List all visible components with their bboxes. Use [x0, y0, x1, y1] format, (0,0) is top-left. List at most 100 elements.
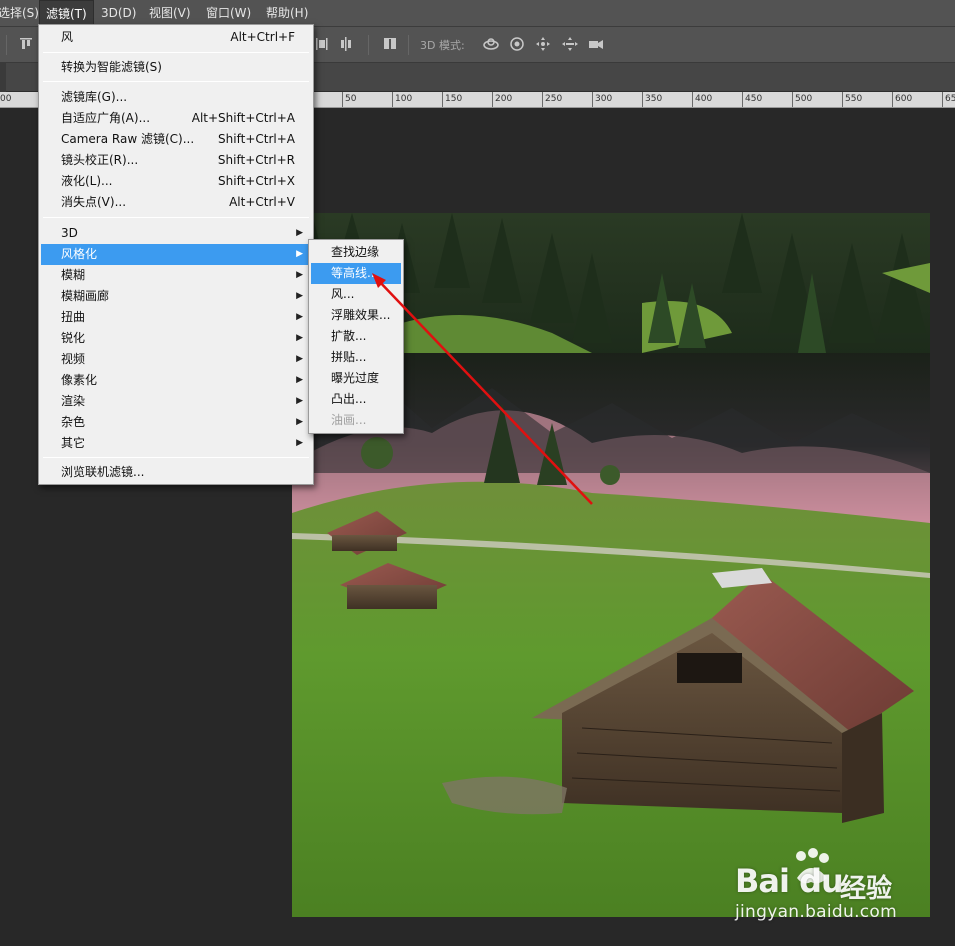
menu-item-label: 像素化 — [61, 373, 98, 387]
ruler-tick — [742, 92, 743, 107]
menu-item-pixelate[interactable]: 像素化 ▶ — [41, 370, 311, 391]
ruler-label: 50 — [345, 94, 357, 104]
menu-item-lens-correction[interactable]: 镜头校正(R)... Shift+Ctrl+R — [41, 150, 311, 171]
submenu-item-find-edges[interactable]: 查找边缘 — [311, 242, 401, 263]
3d-orbit-icon[interactable] — [482, 36, 499, 52]
submenu-item-wind[interactable]: 风... — [311, 284, 401, 305]
menu-bar: 选择(S) 滤镜(T) 3D(D) 视图(V) 窗口(W) 帮助(H) — [0, 0, 955, 27]
ruler-tick — [892, 92, 893, 107]
submenu-item-oil-paint: 油画... — [331, 413, 367, 427]
menu-item-3d[interactable]: 3D ▶ — [41, 223, 311, 244]
menu-divider — [43, 52, 309, 53]
submenu-item-trace-contour[interactable]: 等高线... — [311, 263, 401, 284]
submenu-arrow-icon: ▶ — [296, 270, 303, 280]
ruler-label: 350 — [645, 94, 663, 104]
ruler-label: 450 — [745, 94, 763, 104]
submenu-arrow-icon: ▶ — [296, 438, 303, 448]
ruler-label: 200 — [495, 94, 513, 104]
ruler-label: 600 — [895, 94, 913, 104]
submenu-arrow-icon: ▶ — [296, 396, 303, 406]
menu-item-label: 3D — [61, 226, 78, 240]
3d-camera-icon[interactable] — [587, 36, 603, 52]
menu-item-camera-raw[interactable]: Camera Raw 滤镜(C)... Shift+Ctrl+A — [41, 129, 311, 150]
submenu-arrow-icon: ▶ — [296, 354, 303, 364]
ruler-label: 00 — [0, 94, 12, 104]
menu-item-vanishing-point[interactable]: 消失点(V)... Alt+Ctrl+V — [41, 192, 311, 213]
ruler-tick — [692, 92, 693, 107]
ruler-tick — [642, 92, 643, 107]
submenu-arrow-icon: ▶ — [296, 291, 303, 301]
menu-filter[interactable]: 滤镜(T) — [39, 0, 94, 26]
menu-item-other[interactable]: 其它 ▶ — [41, 433, 311, 454]
ruler-label: 300 — [595, 94, 613, 104]
separator — [6, 35, 7, 55]
ruler-tick — [442, 92, 443, 107]
menu-3d[interactable]: 3D(D) — [95, 0, 142, 26]
menu-divider — [43, 457, 309, 458]
menu-item-shortcut: Shift+Ctrl+A — [218, 132, 295, 146]
menu-item-label: 模糊画廊 — [61, 289, 110, 303]
ruler-tick — [392, 92, 393, 107]
menu-item-label: 杂色 — [61, 415, 86, 429]
menu-item-label: 锐化 — [61, 331, 86, 345]
menu-item-noise[interactable]: 杂色 ▶ — [41, 412, 311, 433]
ruler-tick — [792, 92, 793, 107]
watermark-brand-cn: 经验 — [840, 874, 893, 904]
menu-item-blur[interactable]: 模糊 ▶ — [41, 265, 311, 286]
ruler-label: 150 — [445, 94, 463, 104]
ruler-label: 250 — [545, 94, 563, 104]
3d-slide-icon[interactable] — [561, 36, 578, 52]
submenu-item-solarize[interactable]: 曝光过度 — [311, 368, 401, 389]
menu-item-label: 浏览联机滤镜... — [61, 465, 145, 479]
mode-3d-label: 3D 模式: — [420, 39, 465, 52]
menu-item-convert-smart-filter[interactable]: 转换为智能滤镜(S) — [41, 57, 311, 78]
menu-item-shortcut: Shift+Ctrl+R — [217, 153, 295, 167]
menu-item-stylize[interactable]: 风格化 ▶ — [41, 244, 311, 265]
submenu-item-diffuse[interactable]: 扩散... — [311, 326, 401, 347]
distribute-icon[interactable] — [314, 36, 330, 52]
ruler-tick — [492, 92, 493, 107]
submenu-item-emboss[interactable]: 浮雕效果... — [311, 305, 401, 326]
menu-item-adaptive-wide-angle[interactable]: 自适应广角(A)... Alt+Shift+Ctrl+A — [41, 108, 311, 129]
menu-item-sharpen[interactable]: 锐化 ▶ — [41, 328, 311, 349]
menu-item-shortcut: Alt+Ctrl+F — [230, 30, 295, 44]
menu-item-video[interactable]: 视频 ▶ — [41, 349, 311, 370]
ruler-tick — [542, 92, 543, 107]
menu-item-label: 渲染 — [61, 394, 86, 408]
menu-divider — [43, 217, 309, 218]
menu-window[interactable]: 窗口(W) — [200, 0, 257, 26]
menu-item-label: 自适应广角(A)... — [61, 111, 151, 125]
menu-item-browse-online[interactable]: 浏览联机滤镜... — [41, 462, 311, 483]
align-top-icon[interactable] — [18, 36, 34, 52]
tab-edge — [0, 63, 6, 92]
menu-item-liquify[interactable]: 液化(L)... Shift+Ctrl+X — [41, 171, 311, 192]
menu-item-label: 其它 — [61, 436, 86, 450]
submenu-item-extrude[interactable]: 凸出... — [311, 389, 401, 410]
3d-pan-icon[interactable] — [535, 36, 551, 52]
ruler-tick — [842, 92, 843, 107]
3d-roll-icon[interactable] — [509, 36, 525, 52]
auto-align-icon[interactable] — [382, 36, 398, 52]
menu-item-shortcut: Alt+Ctrl+V — [229, 195, 295, 209]
menu-help[interactable]: 帮助(H) — [260, 0, 314, 26]
submenu-arrow-icon: ▶ — [296, 375, 303, 385]
ruler-label: 400 — [695, 94, 713, 104]
separator — [368, 35, 369, 55]
menu-item-shortcut: Alt+Shift+Ctrl+A — [191, 111, 295, 125]
menu-item-label: 视频 — [61, 352, 86, 366]
ruler-label: 550 — [845, 94, 863, 104]
menu-item-distort[interactable]: 扭曲 ▶ — [41, 307, 311, 328]
menu-item-label: 镜头校正(R)... — [61, 153, 139, 167]
menu-item-last-filter[interactable]: 风 Alt+Ctrl+F — [41, 27, 311, 48]
ruler-label: 100 — [395, 94, 413, 104]
menu-view[interactable]: 视图(V) — [143, 0, 197, 26]
submenu-item-tiles[interactable]: 拼贴... — [311, 347, 401, 368]
menu-item-label: Camera Raw 滤镜(C)... — [61, 132, 195, 146]
menu-item-render[interactable]: 渲染 ▶ — [41, 391, 311, 412]
watermark-url: jingyan.baidu.com — [735, 902, 897, 922]
menu-item-blur-gallery[interactable]: 模糊画廊 ▶ — [41, 286, 311, 307]
menu-item-filter-gallery[interactable]: 滤镜库(G)... — [41, 87, 311, 108]
submenu-arrow-icon: ▶ — [296, 312, 303, 322]
menu-item-label: 扭曲 — [61, 310, 86, 324]
distribute-horizontal-icon[interactable] — [338, 36, 354, 52]
